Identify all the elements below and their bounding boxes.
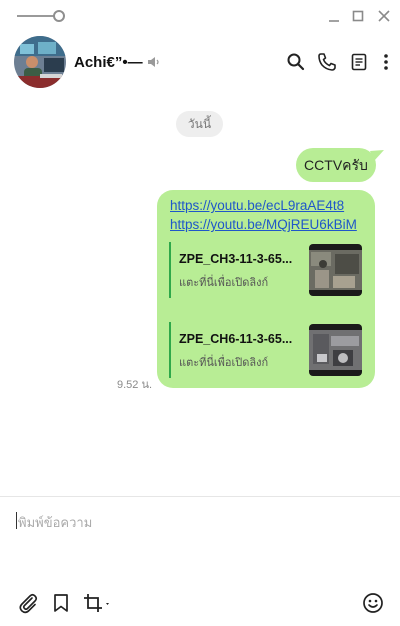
contact-name[interactable]: Achi€”•— <box>74 54 143 71</box>
emoji-icon[interactable] <box>362 592 384 614</box>
slider-knob[interactable] <box>53 10 65 22</box>
maximize-icon[interactable] <box>350 8 366 24</box>
link-preview-card[interactable]: ZPE_CH3-11-3-65... แตะที่นี่เพื่อเปิดลิง… <box>169 242 365 298</box>
message-input[interactable]: พิมพ์ข้อความ <box>14 508 386 568</box>
preview-accent-bar <box>169 322 171 378</box>
preview-title: ZPE_CH6-11-3-65... <box>179 332 293 346</box>
opacity-slider[interactable] <box>17 10 65 22</box>
link-preview-card[interactable]: ZPE_CH6-11-3-65... แตะที่นี่เพื่อเปิดลิง… <box>169 322 365 378</box>
phone-icon[interactable] <box>317 52 337 72</box>
bookmark-icon[interactable] <box>50 592 72 614</box>
search-icon[interactable] <box>286 52 306 72</box>
bubble-tail <box>370 150 384 161</box>
message-time: 9.52 น. <box>117 379 153 391</box>
more-icon[interactable] <box>376 52 396 72</box>
attach-icon[interactable] <box>17 592 39 614</box>
youtube-link[interactable]: https://youtu.be/MQjREU6kBiM <box>170 217 357 232</box>
notes-icon[interactable] <box>349 52 369 72</box>
link-message-bubble: https://youtu.be/ecL9raAE4t8 https://you… <box>157 190 375 388</box>
input-placeholder: พิมพ์ข้อความ <box>18 515 93 530</box>
preview-title: ZPE_CH3-11-3-65... <box>179 252 293 266</box>
message-bubble[interactable]: CCTVครับ <box>296 148 376 182</box>
crop-icon[interactable] <box>82 592 112 614</box>
text-caret <box>16 512 17 529</box>
mute-icon <box>146 54 162 70</box>
preview-subtitle: แตะที่นี่เพื่อเปิดลิงก์ <box>179 277 269 289</box>
preview-subtitle: แตะที่นี่เพื่อเปิดลิงก์ <box>179 357 269 369</box>
title-bar <box>0 0 400 32</box>
close-icon[interactable] <box>376 8 392 24</box>
minimize-icon[interactable] <box>326 8 342 24</box>
date-separator: วันนี้ <box>176 111 223 137</box>
preview-thumbnail <box>309 324 362 376</box>
chat-header: Achi€”•— <box>0 32 400 92</box>
youtube-link[interactable]: https://youtu.be/ecL9raAE4t8 <box>170 198 344 213</box>
avatar[interactable] <box>14 36 66 88</box>
message-text: CCTVครับ <box>304 157 368 173</box>
divider <box>0 496 400 497</box>
preview-thumbnail <box>309 244 362 296</box>
preview-accent-bar <box>169 242 171 298</box>
